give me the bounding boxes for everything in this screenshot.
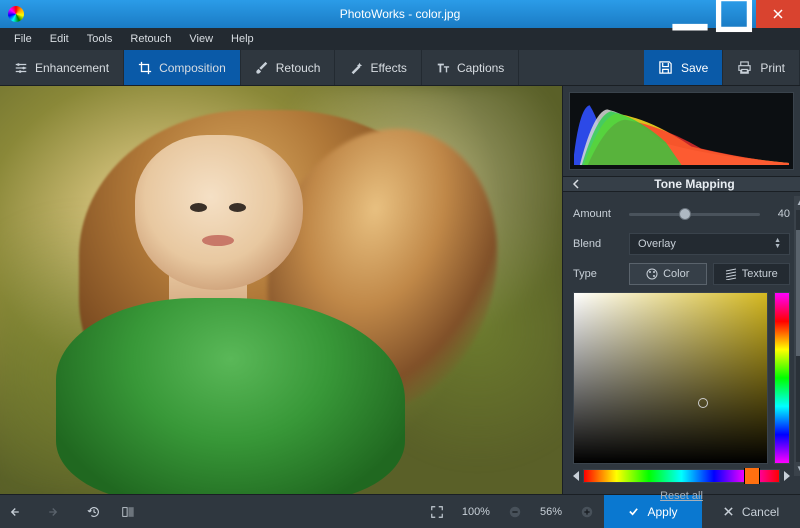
undo-button[interactable] (0, 505, 34, 519)
tab-effects[interactable]: Effects (335, 50, 421, 85)
wand-icon (349, 61, 363, 75)
reset-all-link[interactable]: Reset all (660, 490, 703, 502)
menu-retouch[interactable]: Retouch (122, 31, 179, 47)
tab-label: Effects (370, 61, 406, 75)
amount-slider[interactable] (629, 207, 760, 221)
spinner-arrows-icon: ▲▼ (774, 238, 781, 250)
hue-prev-icon[interactable] (573, 471, 579, 481)
type-label: Type (573, 268, 621, 280)
hue-strip[interactable] (583, 469, 780, 483)
texture-icon (725, 268, 737, 280)
main-toolbar: Enhancement Composition Retouch Effects … (0, 50, 800, 86)
print-button[interactable]: Print (723, 50, 800, 85)
tab-retouch[interactable]: Retouch (241, 50, 336, 85)
image-canvas[interactable] (0, 86, 562, 494)
redo-button[interactable] (34, 505, 68, 519)
tab-captions[interactable]: Captions (422, 50, 519, 85)
blend-value: Overlay (638, 238, 676, 250)
type-texture-button[interactable]: Texture (713, 263, 791, 285)
amount-label: Amount (573, 208, 621, 220)
photo-preview (0, 86, 562, 494)
type-texture-label: Texture (742, 268, 778, 280)
print-label: Print (760, 61, 785, 75)
scroll-up-icon[interactable]: ▲ (795, 198, 800, 208)
blend-label: Blend (573, 238, 621, 250)
window-title: PhotoWorks - color.jpg (340, 7, 461, 21)
histogram[interactable] (569, 92, 794, 170)
save-label: Save (681, 61, 708, 75)
minimize-button[interactable] (668, 0, 712, 28)
hue-next-icon[interactable] (784, 471, 790, 481)
compare-button[interactable] (111, 505, 145, 519)
type-color-button[interactable]: Color (629, 263, 707, 285)
save-button[interactable]: Save (644, 50, 723, 85)
panel-header: Tone Mapping (563, 176, 800, 192)
print-icon (737, 60, 752, 75)
zoom-out-button[interactable] (498, 505, 532, 519)
menu-help[interactable]: Help (223, 31, 262, 47)
slider-thumb[interactable] (679, 208, 691, 220)
crop-icon (138, 61, 152, 75)
text-icon (436, 61, 450, 75)
history-button[interactable] (77, 505, 111, 519)
menu-tools[interactable]: Tools (79, 31, 121, 47)
sliders-icon (14, 61, 28, 75)
color-field[interactable] (573, 292, 768, 464)
brush-icon (255, 61, 269, 75)
scroll-down-icon[interactable]: ▼ (795, 464, 800, 474)
menu-file[interactable]: File (6, 31, 40, 47)
back-button[interactable] (563, 179, 589, 189)
tab-label: Retouch (276, 61, 321, 75)
tab-label: Enhancement (35, 61, 109, 75)
palette-icon (646, 268, 658, 280)
side-panel: Tone Mapping Amount 40 Blend Overlay ▲▼ … (562, 86, 800, 494)
menu-view[interactable]: View (181, 31, 221, 47)
tab-enhancement[interactable]: Enhancement (0, 50, 124, 85)
fit-percent[interactable]: 100% (454, 506, 498, 518)
amount-value: 40 (768, 208, 790, 220)
color-picker-ring-icon[interactable] (698, 398, 708, 408)
maximize-button[interactable] (712, 0, 756, 28)
panel-scrollbar[interactable]: ▲ ▼ (794, 196, 800, 476)
save-icon (658, 60, 673, 75)
tab-composition[interactable]: Composition (124, 50, 241, 85)
hue-slider[interactable] (774, 292, 790, 464)
menu-edit[interactable]: Edit (42, 31, 77, 47)
app-logo-icon (8, 6, 24, 22)
panel-title: Tone Mapping (589, 177, 800, 191)
blend-select[interactable]: Overlay ▲▼ (629, 233, 790, 255)
tab-label: Composition (159, 61, 226, 75)
scroll-thumb[interactable] (796, 230, 800, 356)
close-button[interactable] (756, 0, 800, 28)
type-color-label: Color (663, 268, 689, 280)
fit-screen-button[interactable] (420, 505, 454, 519)
tab-label: Captions (457, 61, 504, 75)
title-bar: PhotoWorks - color.jpg (0, 0, 800, 28)
